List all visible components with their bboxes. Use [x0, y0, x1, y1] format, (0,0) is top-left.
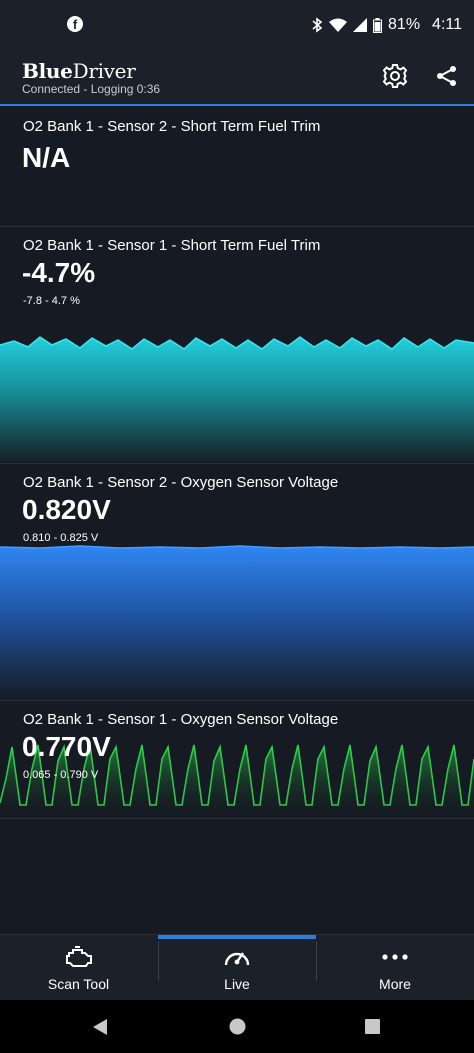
back-icon[interactable] — [92, 1018, 108, 1036]
pid-value: N/A — [22, 142, 71, 173]
clock: 4:11 — [432, 16, 462, 33]
battery-icon — [373, 17, 383, 33]
pid-title: O2 Bank 1 - Sensor 1 - Short Term Fuel T… — [23, 237, 321, 254]
battery-percent: 81% — [388, 16, 421, 33]
share-button[interactable] — [433, 62, 461, 90]
app-bar: BlueDriver Connected - Logging 0:36 — [0, 52, 474, 106]
nav-label: Scan Tool — [47, 976, 110, 992]
settings-button[interactable] — [381, 62, 409, 90]
more-dots-icon — [382, 954, 408, 960]
pid-panel-o2v-b1s2[interactable]: O2 Bank 1 - Sensor 2 - Oxygen Sensor Vol… — [0, 464, 474, 701]
pid-title: O2 Bank 1 - Sensor 1 - Oxygen Sensor Vol… — [23, 711, 339, 728]
share-icon — [437, 66, 456, 86]
stft-b1s1-graph — [0, 336, 474, 463]
status-icons: 81% 4:11 — [311, 16, 462, 34]
nav-label: More — [379, 976, 411, 992]
pid-title: O2 Bank 1 - Sensor 2 - Oxygen Sensor Vol… — [23, 474, 339, 491]
brand-logo: BlueDriver — [22, 59, 136, 83]
nav-item-live[interactable]: Live — [158, 935, 316, 1001]
wifi-icon — [329, 18, 348, 32]
pid-panel-stft-b1s2[interactable]: O2 Bank 1 - Sensor 2 - Short Term Fuel T… — [0, 108, 474, 227]
signal-icon — [353, 18, 368, 32]
nav-label: Live — [224, 976, 250, 992]
pid-range: 0.065 - 0.790 V — [23, 769, 99, 781]
bottom-nav: Scan Tool Live More — [0, 934, 474, 1000]
system-nav-bar — [0, 1000, 474, 1053]
pid-range: -7.8 - 4.7 % — [23, 295, 80, 307]
facebook-icon: f — [67, 16, 83, 32]
pid-panel-stft-b1s1[interactable]: O2 Bank 1 - Sensor 1 - Short Term Fuel T… — [0, 227, 474, 464]
gear-icon — [382, 64, 408, 88]
home-icon[interactable] — [229, 1018, 246, 1035]
connection-status: Connected - Logging 0:36 — [22, 82, 161, 96]
pid-title: O2 Bank 1 - Sensor 2 - Short Term Fuel T… — [23, 118, 321, 135]
pid-range: 0.810 - 0.825 V — [23, 532, 99, 544]
status-bar: f 81% 4:11 — [0, 0, 474, 52]
recents-icon[interactable] — [364, 1018, 381, 1035]
o2v-b1s2-graph — [0, 545, 474, 700]
pid-panel-o2v-b1s1[interactable]: O2 Bank 1 - Sensor 1 - Oxygen Sensor Vol… — [0, 701, 474, 819]
pid-value: -4.7% — [22, 257, 96, 288]
pid-value: 0.820V — [22, 494, 111, 525]
nav-item-scan-tool[interactable]: Scan Tool — [0, 935, 157, 1001]
gauge-icon — [224, 952, 250, 966]
engine-icon — [65, 946, 92, 967]
nav-item-more[interactable]: More — [316, 935, 474, 1001]
bluetooth-icon — [312, 17, 323, 33]
pid-value: 0.770V — [22, 731, 111, 762]
